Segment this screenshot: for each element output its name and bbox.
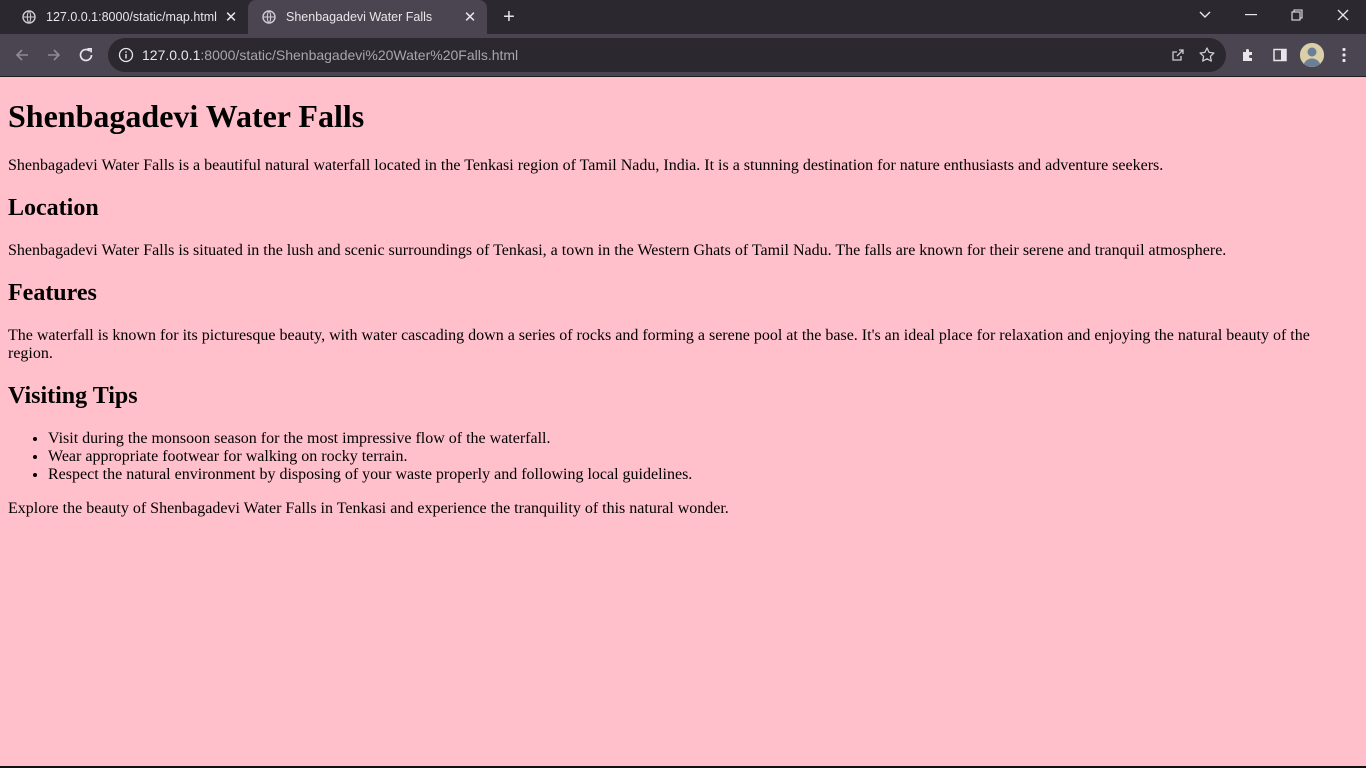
location-paragraph: Shenbagadevi Water Falls is situated in … [8,242,1227,259]
url-path: :8000/static/Shenbagadevi%20Water%20Fall… [200,47,519,63]
list-item: Respect the natural environment by dispo… [48,466,1358,484]
tab-shenbagadevi[interactable]: Shenbagadevi Water Falls ✕ [248,0,487,34]
browser-toolbar: 127.0.0.1:8000/static/Shenbagadevi%20Wat… [0,34,1366,76]
forward-arrow-icon[interactable] [40,41,68,69]
tab-title: Shenbagadevi Water Falls [286,10,433,24]
globe-icon [22,10,36,24]
address-bar[interactable]: 127.0.0.1:8000/static/Shenbagadevi%20Wat… [108,38,1226,72]
visiting-tips-heading: Visiting Tips [8,383,138,409]
tab-map[interactable]: 127.0.0.1:8000/static/map.html ✕ [8,0,248,34]
back-arrow-icon[interactable] [8,41,36,69]
profile-avatar-icon[interactable] [1300,43,1324,67]
page-viewport: Shenbagadevi Water Falls Shenbagadevi Wa… [0,77,1366,766]
tab-close-icon[interactable]: ✕ [461,8,479,26]
site-info-icon[interactable] [118,47,134,63]
url-text[interactable]: 127.0.0.1:8000/static/Shenbagadevi%20Wat… [142,38,518,72]
features-paragraph: The waterfall is known for its picturesq… [8,327,1310,362]
outro-paragraph: Explore the beauty of Shenbagadevi Water… [8,500,729,517]
intro-paragraph: Shenbagadevi Water Falls is a beautiful … [8,157,1164,174]
tab-close-icon[interactable]: ✕ [222,8,240,26]
restore-icon[interactable] [1274,0,1320,30]
globe-icon [262,10,276,24]
tab-strip: 127.0.0.1:8000/static/map.html ✕ Shenbag… [0,0,1366,34]
new-tab-button[interactable]: + [498,6,520,28]
share-icon[interactable] [1170,47,1186,63]
tab-title: 127.0.0.1:8000/static/map.html [46,10,217,24]
side-panel-icon[interactable] [1268,43,1292,67]
page-title: Shenbagadevi Water Falls [8,98,365,134]
location-heading: Location [8,195,99,221]
tab-search-icon[interactable] [1182,0,1228,30]
page-content: Shenbagadevi Water Falls Shenbagadevi Wa… [0,98,1366,518]
minimize-icon[interactable] [1228,0,1274,30]
reload-icon[interactable] [72,41,100,69]
close-window-icon[interactable] [1320,0,1366,30]
menu-kebab-icon[interactable] [1332,43,1356,67]
extensions-puzzle-icon[interactable] [1236,43,1260,67]
visiting-tips-list: Visit during the monsoon season for the … [8,430,1358,484]
features-heading: Features [8,280,97,306]
list-item: Wear appropriate footwear for walking on… [48,448,1358,466]
bookmark-star-icon[interactable] [1198,46,1216,64]
list-item: Visit during the monsoon season for the … [48,430,1358,448]
url-host: 127.0.0.1 [142,47,201,63]
